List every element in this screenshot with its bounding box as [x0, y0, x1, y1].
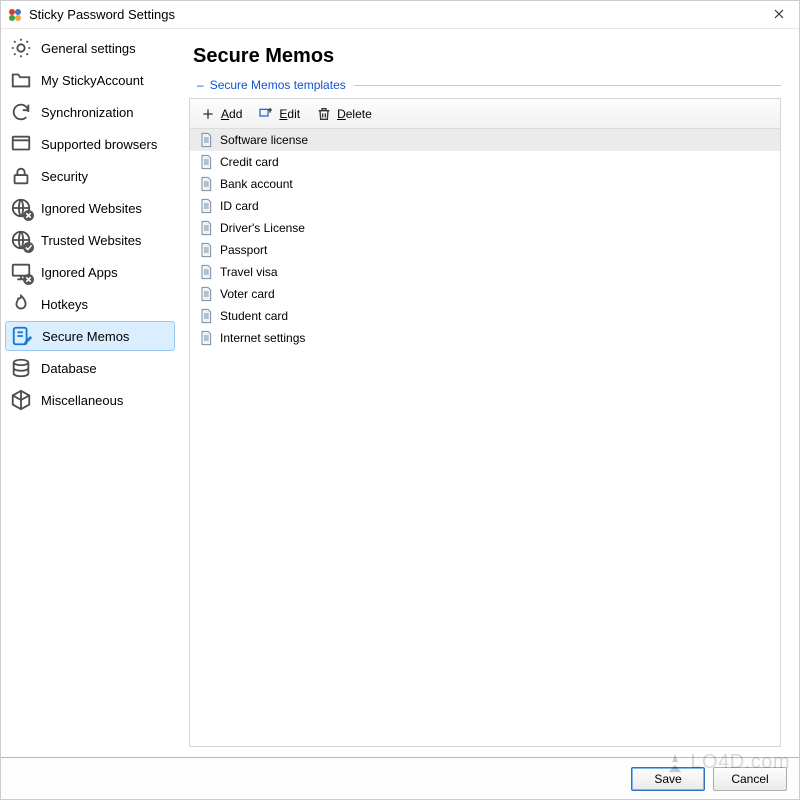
delete-button[interactable]: Delete — [316, 106, 372, 122]
globe-blocked-icon — [9, 196, 33, 220]
sidebar-item-ignored-a[interactable]: Ignored Apps — [5, 257, 175, 287]
list-item[interactable]: Voter card — [190, 283, 780, 305]
delete-label: Delete — [337, 107, 372, 121]
document-icon — [198, 330, 214, 346]
sidebar: General settings My StickyAccount Synchr… — [1, 29, 179, 757]
document-icon — [198, 264, 214, 280]
sidebar-item-memos[interactable]: Secure Memos — [5, 321, 175, 351]
list-item[interactable]: Travel visa — [190, 261, 780, 283]
list-item-label: Internet settings — [220, 331, 305, 345]
sidebar-item-trusted-w[interactable]: Trusted Websites — [5, 225, 175, 255]
footer: Save Cancel — [1, 757, 799, 799]
browser-icon — [9, 132, 33, 156]
save-button[interactable]: Save — [631, 767, 705, 791]
sidebar-item-label: Ignored Websites — [41, 201, 142, 216]
sidebar-item-label: Synchronization — [41, 105, 134, 120]
list-item-label: Student card — [220, 309, 288, 323]
sidebar-item-browsers[interactable]: Supported browsers — [5, 129, 175, 159]
document-icon — [198, 198, 214, 214]
templates-panel: Add Edit Delete Software license Credit … — [189, 98, 781, 747]
flame-icon — [9, 292, 33, 316]
cube-icon — [9, 388, 33, 412]
page-title: Secure Memos — [193, 45, 781, 68]
list-item-label: Voter card — [220, 287, 275, 301]
templates-toolbar: Add Edit Delete — [190, 99, 780, 129]
list-item[interactable]: Software license — [190, 129, 780, 151]
list-item-label: Bank account — [220, 177, 293, 191]
section-header: – Secure Memos templates — [189, 78, 781, 92]
gear-icon — [9, 36, 33, 60]
document-icon — [198, 286, 214, 302]
sidebar-item-misc[interactable]: Miscellaneous — [5, 385, 175, 415]
sidebar-item-database[interactable]: Database — [5, 353, 175, 383]
sidebar-item-label: My StickyAccount — [41, 73, 144, 88]
list-item[interactable]: ID card — [190, 195, 780, 217]
sidebar-item-account[interactable]: My StickyAccount — [5, 65, 175, 95]
globe-check-icon — [9, 228, 33, 252]
plus-icon — [200, 106, 216, 122]
main-panel: Secure Memos – Secure Memos templates Ad… — [179, 29, 799, 757]
edit-icon — [258, 106, 274, 122]
sidebar-item-general[interactable]: General settings — [5, 33, 175, 63]
sidebar-item-label: Security — [41, 169, 88, 184]
list-item[interactable]: Credit card — [190, 151, 780, 173]
titlebar: Sticky Password Settings — [1, 1, 799, 29]
list-item-label: Credit card — [220, 155, 279, 169]
trash-icon — [316, 106, 332, 122]
document-icon — [198, 242, 214, 258]
app-icon — [7, 7, 23, 23]
close-icon — [774, 8, 784, 22]
edit-label: Edit — [279, 107, 300, 121]
list-item-label: Software license — [220, 133, 308, 147]
section-dash: – — [189, 78, 210, 92]
list-item[interactable]: Student card — [190, 305, 780, 327]
cancel-button[interactable]: Cancel — [713, 767, 787, 791]
settings-window: Sticky Password Settings General setting… — [0, 0, 800, 800]
list-item-label: Passport — [220, 243, 267, 257]
window-title: Sticky Password Settings — [29, 7, 175, 22]
sidebar-item-sync[interactable]: Synchronization — [5, 97, 175, 127]
list-item[interactable]: Passport — [190, 239, 780, 261]
list-item-label: ID card — [220, 199, 259, 213]
document-icon — [198, 154, 214, 170]
document-icon — [198, 220, 214, 236]
document-icon — [198, 176, 214, 192]
monitor-blocked-icon — [9, 260, 33, 284]
edit-button[interactable]: Edit — [258, 106, 300, 122]
list-item[interactable]: Driver's License — [190, 217, 780, 239]
sidebar-item-hotkeys[interactable]: Hotkeys — [5, 289, 175, 319]
close-button[interactable] — [765, 4, 793, 26]
sidebar-item-ignored-w[interactable]: Ignored Websites — [5, 193, 175, 223]
add-button[interactable]: Add — [200, 106, 242, 122]
add-label: Add — [221, 107, 242, 121]
sidebar-item-security[interactable]: Security — [5, 161, 175, 191]
sidebar-item-label: Miscellaneous — [41, 393, 123, 408]
templates-list: Software license Credit card Bank accoun… — [190, 129, 780, 746]
folder-icon — [9, 68, 33, 92]
document-icon — [198, 308, 214, 324]
sync-icon — [9, 100, 33, 124]
section-line — [354, 85, 781, 86]
list-item-label: Driver's License — [220, 221, 305, 235]
note-edit-icon — [10, 324, 34, 348]
sidebar-item-label: General settings — [41, 41, 136, 56]
list-item[interactable]: Bank account — [190, 173, 780, 195]
sidebar-item-label: Supported browsers — [41, 137, 157, 152]
list-item[interactable]: Internet settings — [190, 327, 780, 349]
sidebar-item-label: Secure Memos — [42, 329, 129, 344]
lock-icon — [9, 164, 33, 188]
sidebar-item-label: Hotkeys — [41, 297, 88, 312]
window-body: General settings My StickyAccount Synchr… — [1, 29, 799, 757]
database-icon — [9, 356, 33, 380]
list-item-label: Travel visa — [220, 265, 278, 279]
section-label: Secure Memos templates — [210, 78, 346, 92]
sidebar-item-label: Trusted Websites — [41, 233, 141, 248]
sidebar-item-label: Ignored Apps — [41, 265, 118, 280]
document-icon — [198, 132, 214, 148]
sidebar-item-label: Database — [41, 361, 97, 376]
